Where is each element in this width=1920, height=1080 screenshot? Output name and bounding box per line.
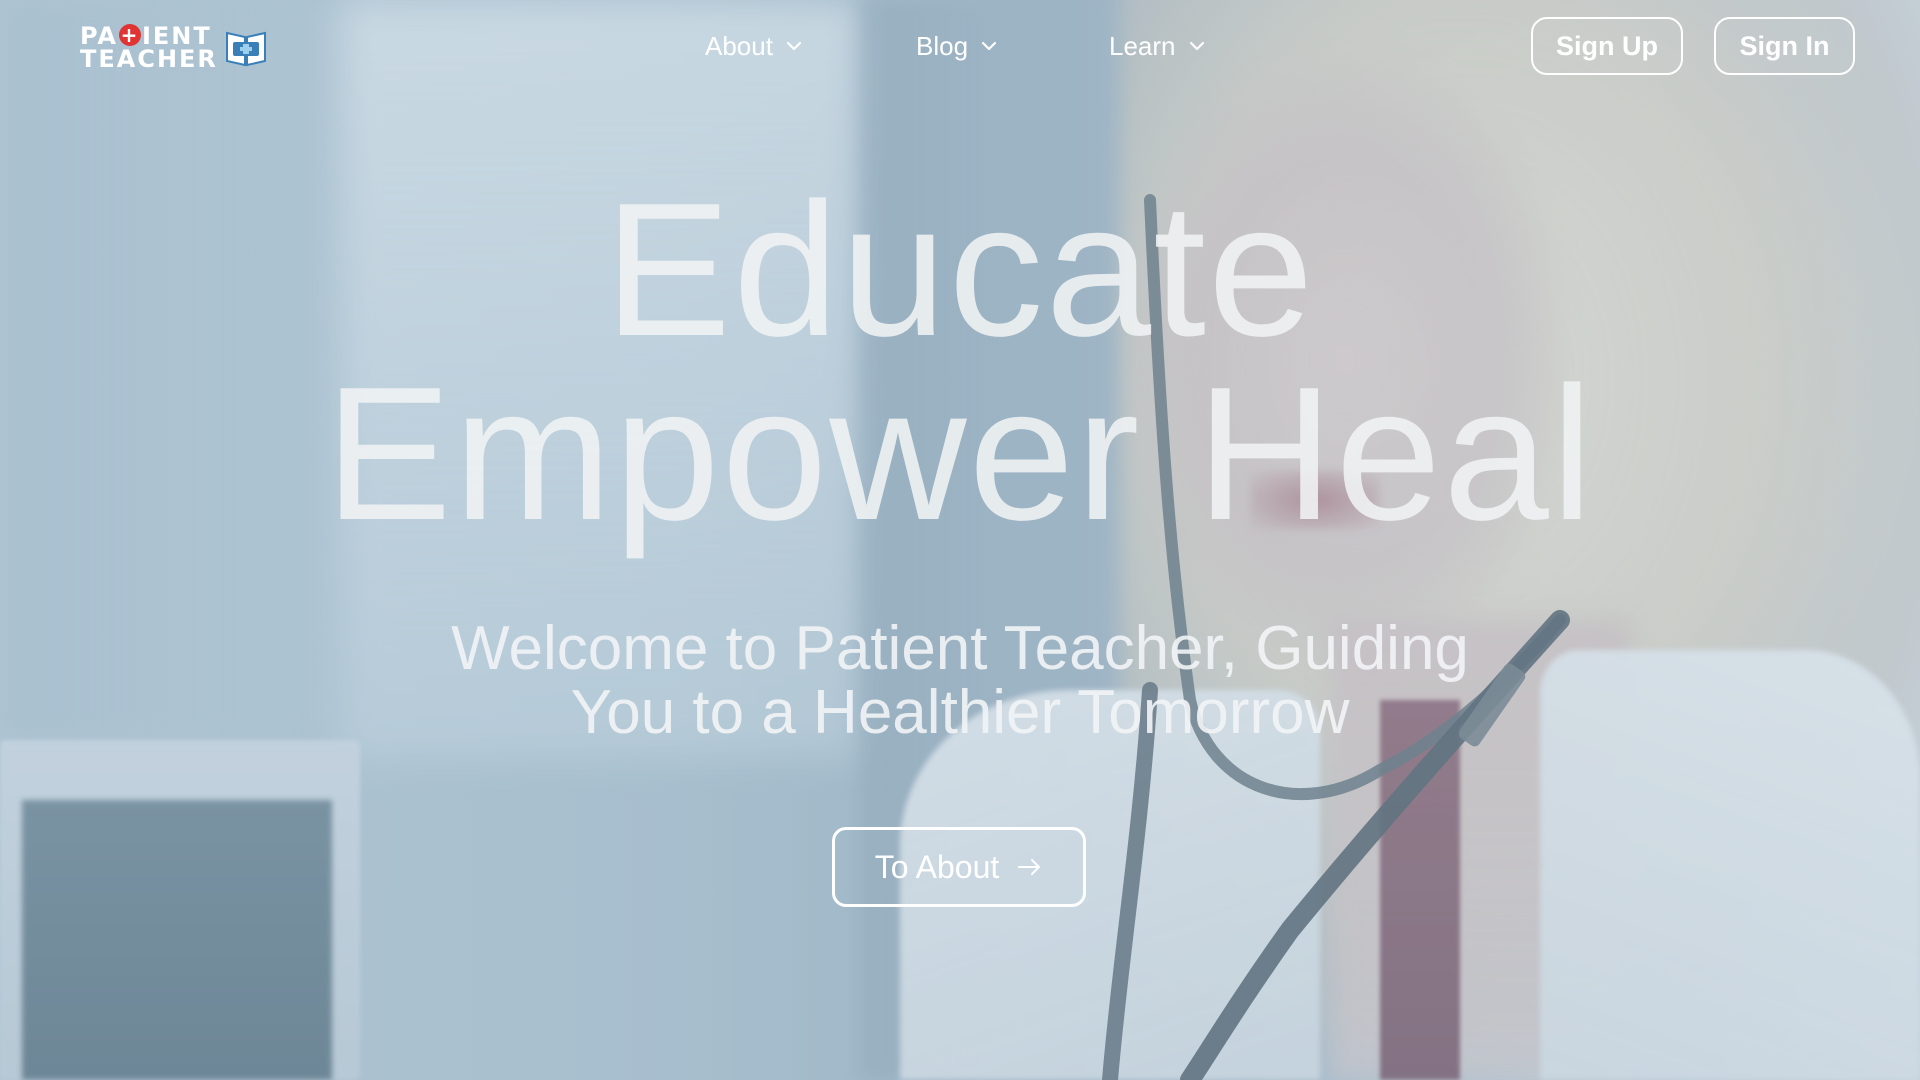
chevron-down-icon xyxy=(981,41,997,51)
sign-in-button[interactable]: Sign In xyxy=(1714,17,1855,75)
to-about-button[interactable]: To About xyxy=(832,827,1086,907)
sign-up-button[interactable]: Sign Up xyxy=(1531,17,1683,75)
to-about-label: To About xyxy=(874,848,1000,885)
nav-about-label: About xyxy=(705,30,773,61)
arrow-right-icon xyxy=(1018,859,1041,875)
chevron-down-icon xyxy=(1189,41,1204,51)
nav-learn[interactable]: Learn xyxy=(1109,26,1206,66)
nav-blog-label: Blog xyxy=(916,30,969,61)
hero-section: PA + IENT TEACHER About Blog Learn Sign Up… xyxy=(0,0,1920,1080)
site-logo[interactable]: PA + IENT TEACHER xyxy=(80,22,285,72)
hero-headline-line1: Educate xyxy=(604,164,1316,376)
book-cross-icon xyxy=(225,31,266,67)
chevron-down-icon xyxy=(786,41,802,51)
nav-learn-label: Learn xyxy=(1109,30,1176,61)
nav-blog[interactable]: Blog xyxy=(916,26,998,66)
hero-subtitle-line1: Welcome to Patient Teacher, Guiding xyxy=(451,614,1469,683)
logo-wordmark: PA + IENT TEACHER xyxy=(80,21,218,73)
hero-subtitle-line2: You to a Healthier Tomorrow xyxy=(570,678,1350,747)
hero-headline-line2: Empower Heal xyxy=(324,348,1596,560)
nav-about[interactable]: About xyxy=(705,26,803,66)
red-cross-icon: + xyxy=(118,22,141,47)
